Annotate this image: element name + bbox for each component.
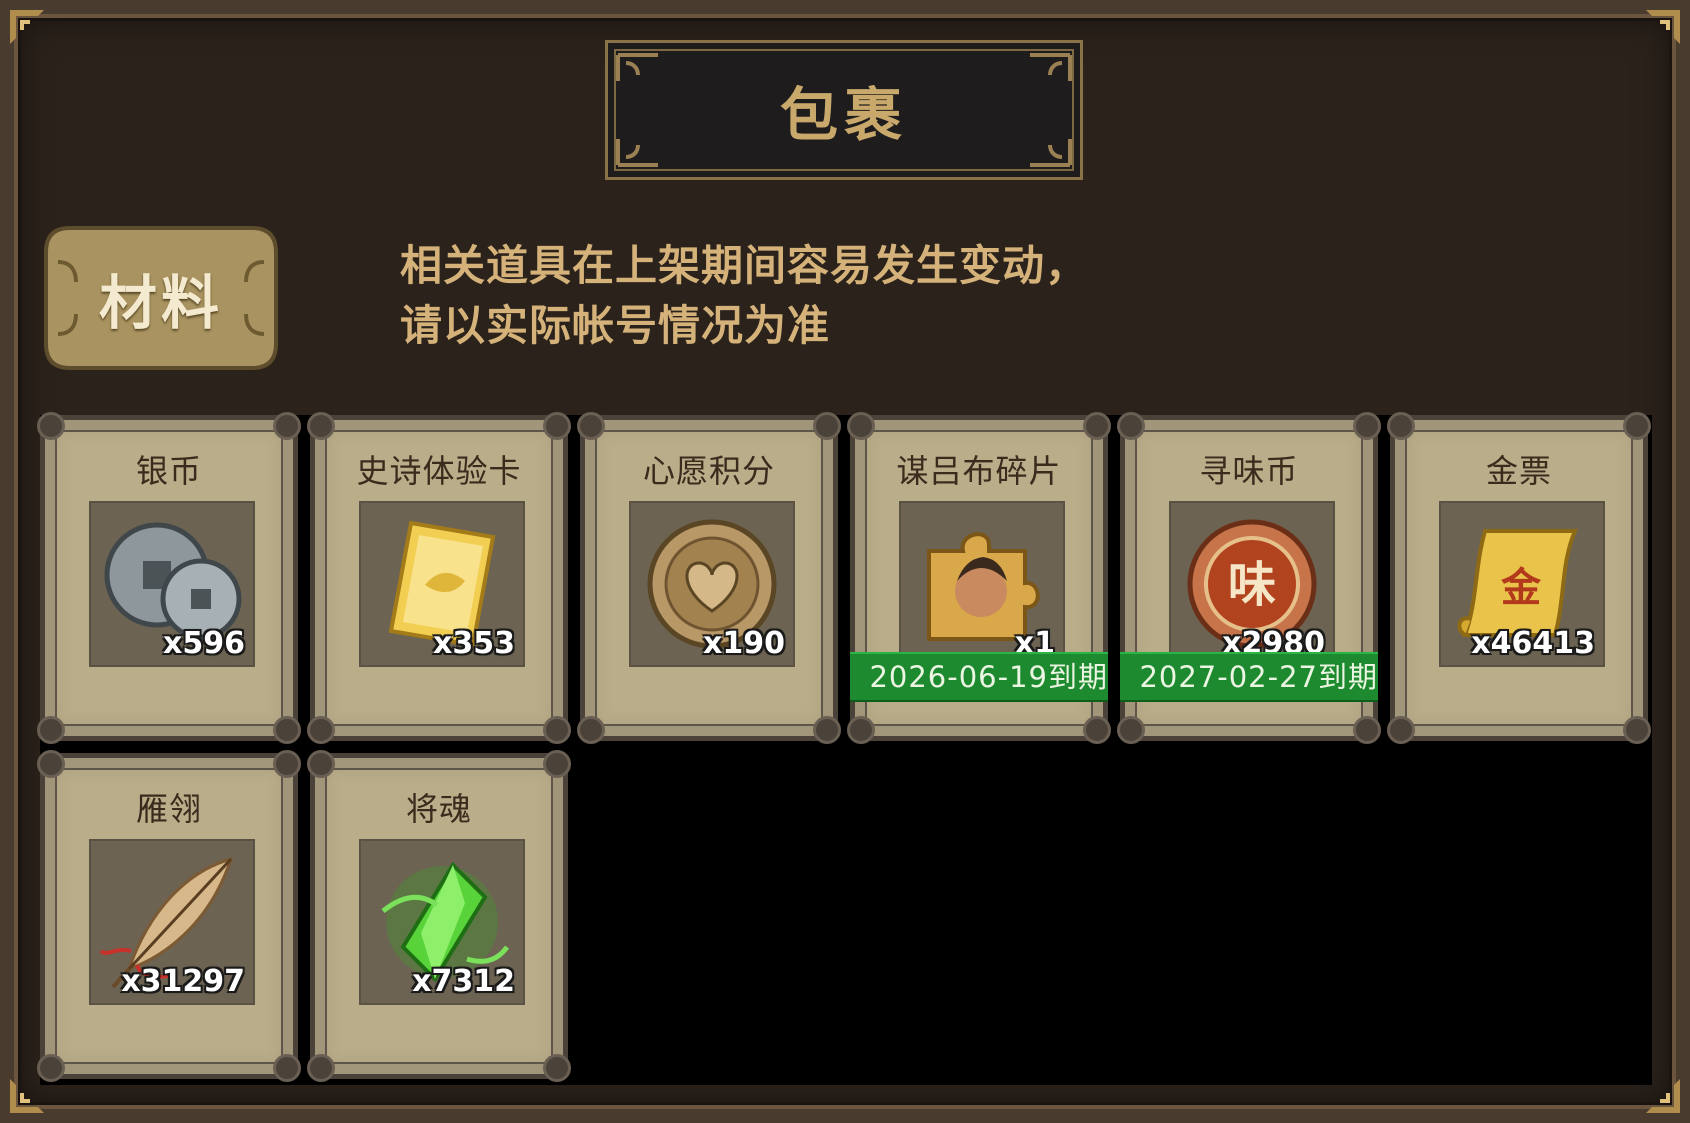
item-icon-frame: x1	[899, 501, 1065, 667]
svg-text:味: 味	[1228, 557, 1276, 613]
item-name: 雁翎	[135, 790, 202, 828]
item-name: 金票	[1485, 452, 1552, 490]
notice-line-1: 相关道具在上架期间容易发生变动，	[400, 241, 1089, 290]
item-icon-frame: 金 x46413	[1439, 501, 1605, 667]
item-name: 寻味币	[1199, 452, 1299, 490]
item-count: x46413	[1471, 626, 1595, 661]
window-title: 包裹	[779, 81, 908, 149]
item-name: 将魂	[405, 790, 472, 828]
item-icon-frame: x596	[89, 501, 255, 667]
notice-line-2: 请以实际帐号情况为准	[400, 301, 831, 350]
item-name: 心愿积分	[642, 452, 775, 490]
item-icon-frame: x353	[359, 501, 525, 667]
item-count: x596	[163, 626, 245, 661]
item-count: x31297	[121, 964, 245, 999]
item-card-wish-points[interactable]: 心愿积分 x190	[577, 412, 841, 744]
item-count: x190	[703, 626, 785, 661]
svg-text:金: 金	[1500, 565, 1542, 611]
tab-materials-label: 材料	[98, 269, 223, 337]
title-plate: 包裹	[605, 40, 1083, 180]
tab-materials[interactable]: 材料	[40, 222, 282, 374]
expiry-banner: 2026-06-19到期	[850, 652, 1108, 702]
item-card-flavor-coin[interactable]: 寻味币 味 x2980 2027-02-27到期	[1117, 412, 1381, 744]
item-card-lubu-fragment[interactable]: 谋吕布碎片 x1 2026-06-19到期	[847, 412, 1111, 744]
item-name: 谋吕布碎片	[896, 452, 1062, 490]
notice-text: 相关道具在上架期间容易发生变动， 请以实际帐号情况为准	[400, 236, 1088, 356]
expiry-date: 2026-06-19到期	[869, 660, 1108, 694]
item-count: x353	[433, 626, 515, 661]
item-icon-frame: 味 x2980	[1169, 501, 1335, 667]
expiry-date: 2027-02-27到期	[1139, 660, 1378, 694]
expiry-banner: 2027-02-27到期	[1120, 652, 1378, 702]
item-name: 史诗体验卡	[356, 452, 522, 490]
item-icon-frame: x31297	[89, 839, 255, 1005]
item-card-general-soul[interactable]: 将魂 x7312	[307, 750, 571, 1082]
item-icon-frame: x7312	[359, 839, 525, 1005]
item-card-gold-ticket[interactable]: 金票 金 x46413	[1387, 412, 1651, 744]
item-card-silver-coin[interactable]: 银币 x596	[37, 412, 301, 744]
item-count: x7312	[412, 964, 515, 999]
corner-ornament	[4, 4, 64, 64]
item-icon-frame: x190	[629, 501, 795, 667]
item-card-epic-trial-card[interactable]: 史诗体验卡 x353	[307, 412, 571, 744]
item-name: 银币	[135, 452, 202, 490]
item-card-goose-feather[interactable]: 雁翎 x31297	[37, 750, 301, 1082]
corner-ornament	[1626, 4, 1686, 64]
